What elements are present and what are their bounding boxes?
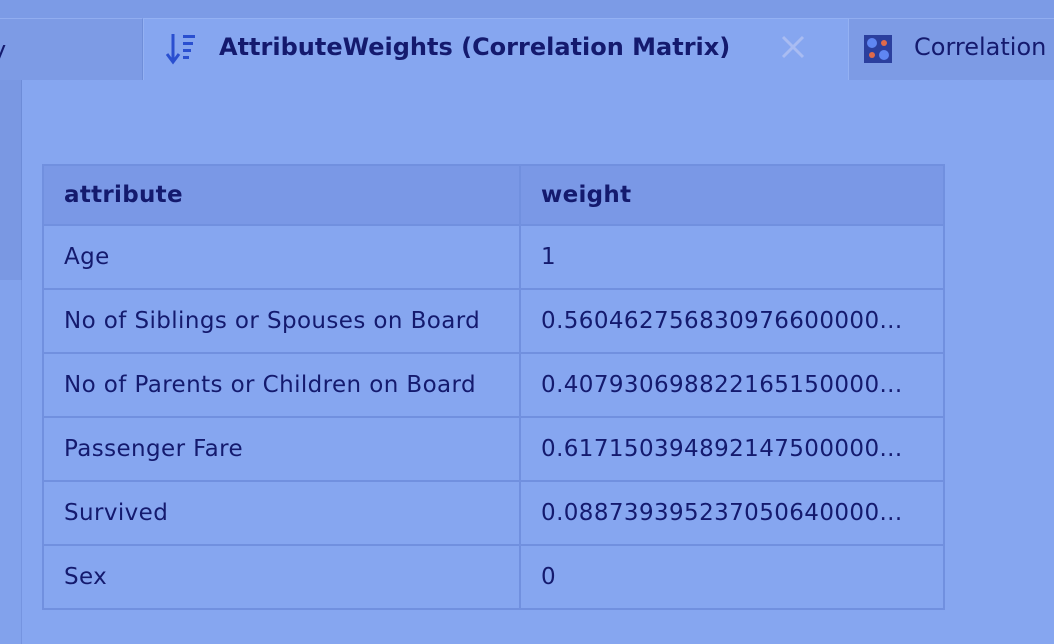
tab-previous[interactable]: y	[0, 18, 143, 80]
cell-weight: 1	[519, 224, 945, 290]
cell-weight: 0.560462756830976600000...	[519, 288, 945, 354]
table-row[interactable]: Passenger Fare 0.617150394892147500000..…	[41, 416, 945, 482]
cell-weight: 0.617150394892147500000...	[519, 416, 945, 482]
cell-attribute: Survived	[41, 480, 522, 546]
side-panel-edge	[0, 80, 22, 280]
cell-weight: 0	[519, 544, 945, 610]
tab-correlation[interactable]: Correlation	[849, 18, 1054, 80]
table-header-row: attribute weight	[41, 164, 945, 226]
column-header-attribute[interactable]: attribute	[41, 164, 522, 226]
attribute-weights-table: attribute weight Age 1 No of Siblings or…	[41, 164, 945, 610]
cell-attribute: No of Siblings or Spouses on Board	[41, 288, 522, 354]
table-row[interactable]: No of Parents or Children on Board 0.407…	[41, 352, 945, 418]
tab-correlation-label: Correlation	[914, 33, 1047, 61]
close-icon[interactable]	[777, 31, 809, 63]
cell-attribute: Sex	[41, 544, 522, 610]
table-row[interactable]: No of Siblings or Spouses on Board 0.560…	[41, 288, 945, 354]
side-panel-edge-lower	[0, 280, 22, 644]
tab-bar: y AttributeWeights (Correlation Matrix) …	[0, 0, 1054, 80]
cell-attribute: No of Parents or Children on Board	[41, 352, 522, 418]
table-row[interactable]: Sex 0	[41, 544, 945, 610]
tab-previous-label: y	[0, 36, 6, 64]
table-row[interactable]: Survived 0.088739395237050640000...	[41, 480, 945, 546]
sort-descending-icon	[166, 34, 195, 65]
table-row[interactable]: Age 1	[41, 224, 945, 290]
cell-weight: 0.407930698822165150000...	[519, 352, 945, 418]
correlation-matrix-icon	[864, 35, 892, 63]
cell-attribute: Passenger Fare	[41, 416, 522, 482]
cell-weight: 0.088739395237050640000...	[519, 480, 945, 546]
column-header-weight[interactable]: weight	[519, 164, 945, 226]
tab-attribute-weights-label: AttributeWeights (Correlation Matrix)	[219, 33, 731, 61]
cell-attribute: Age	[41, 224, 522, 290]
tab-attribute-weights[interactable]: AttributeWeights (Correlation Matrix)	[143, 18, 849, 80]
